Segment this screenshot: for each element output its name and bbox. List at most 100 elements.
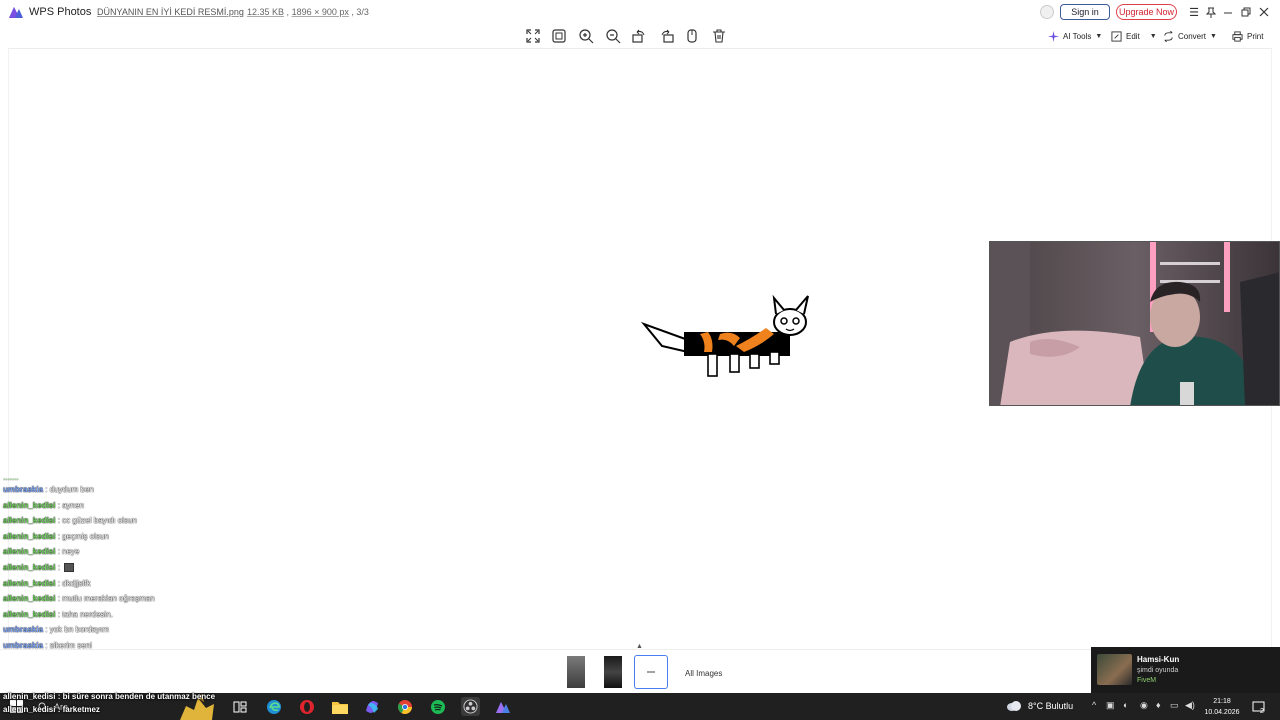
chat-username[interactable]: allenin_kedisi xyxy=(3,547,55,556)
chat-line: allenin_kedisi : mutlu meraklan oğraşman xyxy=(3,591,243,607)
chat-message: : geçmiş olsun xyxy=(57,531,109,541)
network-icon[interactable]: ▭ xyxy=(1170,700,1179,711)
chat-line: allenin_kedisi : aynen xyxy=(3,498,243,514)
ai-tools-menu[interactable]: AI Tools ▼ xyxy=(1048,29,1102,43)
print-icon xyxy=(1232,30,1243,42)
minimize-icon[interactable] xyxy=(1221,5,1235,19)
edge-icon[interactable] xyxy=(265,698,282,715)
chevron-down-icon: ▼ xyxy=(1095,32,1103,40)
print-button[interactable]: Print xyxy=(1232,29,1263,43)
sign-in-button[interactable]: Sign in xyxy=(1060,4,1110,20)
tray-app-icon[interactable]: ▣ xyxy=(1106,700,1115,711)
chat-line: allenin_kedisi : geçmiş olsun xyxy=(3,529,243,545)
fullscreen-icon[interactable] xyxy=(525,28,541,44)
ai-tools-label: AI Tools xyxy=(1063,31,1092,41)
copilot-icon[interactable] xyxy=(363,698,380,715)
obs-icon[interactable] xyxy=(461,697,480,716)
chat-message: : taha nerdesin. xyxy=(57,609,113,619)
chat-username[interactable]: umbraskia xyxy=(3,625,43,634)
flip-icon[interactable] xyxy=(684,28,700,44)
sparkle-icon xyxy=(1048,30,1059,42)
thumbnail-2[interactable] xyxy=(604,656,622,688)
menu-icon[interactable]: ☰ xyxy=(1187,5,1201,19)
chat-overlay-line-1: allenin_kedisi : bi süre sonra benden de… xyxy=(3,692,216,701)
notification-user: Hamsi-Kun xyxy=(1137,655,1180,664)
chat-line: allenin_kedisi : neye xyxy=(3,544,243,560)
chat-message: : neye xyxy=(57,547,80,557)
zoom-out-icon[interactable] xyxy=(605,28,621,44)
rotate-left-icon[interactable] xyxy=(631,28,647,44)
convert-menu[interactable]: Convert ▼ xyxy=(1163,29,1217,43)
chat-message: : yok bn bordayım xyxy=(45,625,109,635)
file-explorer-icon[interactable] xyxy=(331,698,348,715)
restore-icon[interactable] xyxy=(1239,5,1253,19)
chat-username[interactable]: allenin_kedisi xyxy=(3,516,55,525)
chat-username[interactable]: umbraskia xyxy=(3,485,43,494)
chrome-icon[interactable] xyxy=(396,698,413,715)
delete-icon[interactable] xyxy=(711,28,727,44)
chat-line: allenin_kedisi : dkdjjslfk xyxy=(3,576,243,592)
file-info: 12.35 KB , 1896 × 900 px , 3/3 xyxy=(247,7,369,17)
thumbnail-1[interactable] xyxy=(567,656,585,688)
collapse-strip-icon[interactable]: ▲ xyxy=(636,643,643,650)
opera-icon[interactable] xyxy=(298,698,315,715)
chat-overlay-bottom: allenin_kedisi : bi süre sonra benden de… xyxy=(3,690,215,716)
task-view-icon[interactable] xyxy=(231,698,248,715)
notification-game: FiveM xyxy=(1137,677,1157,684)
clock-date: 10.04.2026 xyxy=(1204,709,1240,716)
rotate-right-icon[interactable] xyxy=(659,28,675,44)
notification-center-icon[interactable]: 2 xyxy=(1252,700,1266,715)
weather-text: 8°C Bulutlu xyxy=(1028,701,1074,711)
image-dimensions: 1896 × 900 px xyxy=(291,7,349,17)
close-icon[interactable] xyxy=(1257,5,1271,19)
zoom-in-icon[interactable] xyxy=(578,28,594,44)
file-name[interactable]: DÜNYANIN EN İYİ KEDİ RESMİ.png xyxy=(97,7,244,17)
chat-line-partial: ....... xyxy=(3,474,19,482)
chat-username[interactable]: allenin_kedisi xyxy=(3,610,55,619)
notification-status: şimdi oyunda xyxy=(1137,667,1179,674)
microphone-icon[interactable]: ♦ xyxy=(1156,700,1161,710)
upgrade-now-button[interactable]: Upgrade Now xyxy=(1116,4,1177,20)
chat-username[interactable]: allenin_kedisi xyxy=(3,594,55,603)
spotify-icon[interactable] xyxy=(429,698,446,715)
weather-widget[interactable]: 8°C Bulutlu xyxy=(1006,697,1073,715)
user-avatar-icon[interactable] xyxy=(1040,5,1054,19)
chevron-down-icon: ▼ xyxy=(1210,32,1217,40)
convert-icon xyxy=(1164,30,1173,42)
webcam-overlay xyxy=(989,241,1280,406)
wps-photos-taskbar-icon[interactable] xyxy=(494,698,511,715)
chat-username[interactable]: allenin_kedisi xyxy=(3,501,55,510)
pin-icon[interactable] xyxy=(1204,5,1218,19)
print-label: Print xyxy=(1247,31,1264,41)
chat-message: : mutlu meraklan oğraşman xyxy=(57,594,155,604)
chat-message: : aynen xyxy=(57,500,84,510)
chat-line: allenin_kedisi : taha nerdesin. xyxy=(3,607,243,623)
chat-overlay-line-2: allenin_kedisi : farketmez xyxy=(3,705,100,714)
chat-line: allenin_kedisi : cc güzel bayıdı olsun xyxy=(3,513,243,529)
volume-icon[interactable]: ◀) xyxy=(1185,700,1195,711)
chat-message: : xyxy=(57,562,60,572)
convert-label: Convert xyxy=(1178,31,1207,41)
all-images-link[interactable]: All Images xyxy=(685,669,722,678)
tray-app3-icon[interactable]: ◉ xyxy=(1140,700,1148,711)
taskbar-clock[interactable]: 21:18 10.04.2026 xyxy=(1198,696,1246,718)
edit-menu[interactable]: Edit ▼ xyxy=(1111,29,1157,43)
game-notification[interactable]: Hamsi-Kun şimdi oyunda FiveM xyxy=(1091,647,1280,693)
chevron-down-icon: ▼ xyxy=(1149,32,1157,40)
thumbnail-3-selected[interactable] xyxy=(634,655,668,689)
edit-icon xyxy=(1111,30,1122,42)
tray-app2-icon[interactable]: ◐ xyxy=(1123,700,1128,710)
chat-line: umbraskia : yok bn bordayım xyxy=(3,622,243,638)
cloud-icon xyxy=(1007,701,1021,711)
svg-text:2: 2 xyxy=(1260,708,1264,714)
cat-drawing xyxy=(640,294,809,377)
tray-chevron-up-icon[interactable]: ^ xyxy=(1092,700,1096,710)
fit-window-icon[interactable] xyxy=(551,28,567,44)
image-toolbar: AI Tools ▼ Edit ▼ Convert ▼ Print xyxy=(0,25,1280,47)
chat-username[interactable]: allenin_kedisi xyxy=(3,563,55,572)
chat-message: : cc güzel bayıdı olsun xyxy=(57,516,137,526)
chat-line: umbraskia : duydum ben xyxy=(3,482,243,498)
wps-logo-icon xyxy=(9,7,23,18)
chat-username[interactable]: allenin_kedisi xyxy=(3,579,55,588)
chat-username[interactable]: allenin_kedisi xyxy=(3,532,55,541)
